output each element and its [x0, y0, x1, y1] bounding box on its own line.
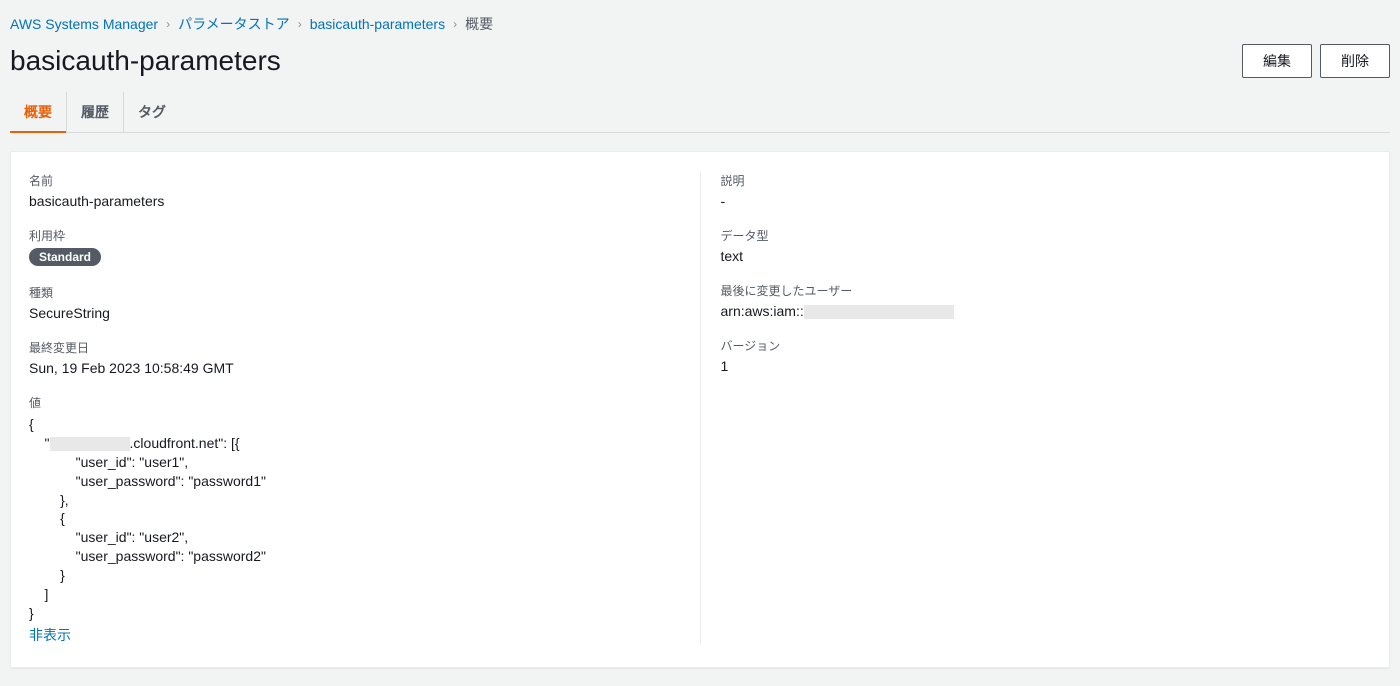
last-modified-user-label: 最後に変更したユーザー [721, 282, 1372, 299]
tier-badge: Standard [29, 248, 101, 266]
chevron-right-icon: › [298, 17, 302, 31]
tab-tags[interactable]: タグ [124, 92, 180, 132]
value-prefix: { " [29, 416, 50, 451]
delete-button[interactable]: 削除 [1320, 44, 1390, 78]
redacted-domain [50, 437, 130, 451]
name-label: 名前 [29, 172, 680, 189]
description-label: 説明 [721, 172, 1372, 189]
breadcrumb: AWS Systems Manager › パラメータストア › basicau… [10, 10, 1390, 40]
breadcrumb-parameter-store[interactable]: パラメータストア [178, 14, 290, 34]
description-value: - [721, 193, 1372, 209]
breadcrumb-parameter-name[interactable]: basicauth-parameters [310, 16, 445, 32]
version-label: バージョン [721, 337, 1372, 354]
tier-label: 利用枠 [29, 227, 680, 244]
value-content: { ".cloudfront.net": [{ "user_id": "user… [29, 415, 680, 623]
name-value: basicauth-parameters [29, 193, 680, 209]
breadcrumb-root[interactable]: AWS Systems Manager [10, 16, 158, 32]
edit-button[interactable]: 編集 [1242, 44, 1312, 78]
chevron-right-icon: › [166, 17, 170, 31]
arn-prefix: arn:aws:iam:: [721, 303, 804, 319]
value-suffix: .cloudfront.net": [{ "user_id": "user1",… [29, 435, 266, 621]
overview-panel: 名前 basicauth-parameters 利用枠 Standard 種類 … [10, 151, 1390, 668]
tab-overview[interactable]: 概要 [10, 92, 67, 132]
datatype-value: text [721, 248, 1372, 264]
datatype-label: データ型 [721, 227, 1372, 244]
tabs: 概要 履歴 タグ [10, 92, 1390, 133]
redacted-arn [804, 305, 954, 319]
page-title: basicauth-parameters [10, 45, 281, 77]
breadcrumb-current: 概要 [465, 14, 493, 34]
hide-value-link[interactable]: 非表示 [29, 627, 71, 643]
type-value: SecureString [29, 305, 680, 321]
chevron-right-icon: › [453, 17, 457, 31]
last-modified-user-value: arn:aws:iam:: [721, 303, 1372, 319]
last-modified-label: 最終変更日 [29, 339, 680, 356]
tab-history[interactable]: 履歴 [67, 92, 124, 132]
last-modified-value: Sun, 19 Feb 2023 10:58:49 GMT [29, 360, 680, 376]
value-label: 値 [29, 394, 680, 411]
type-label: 種類 [29, 284, 680, 301]
version-value: 1 [721, 358, 1372, 374]
